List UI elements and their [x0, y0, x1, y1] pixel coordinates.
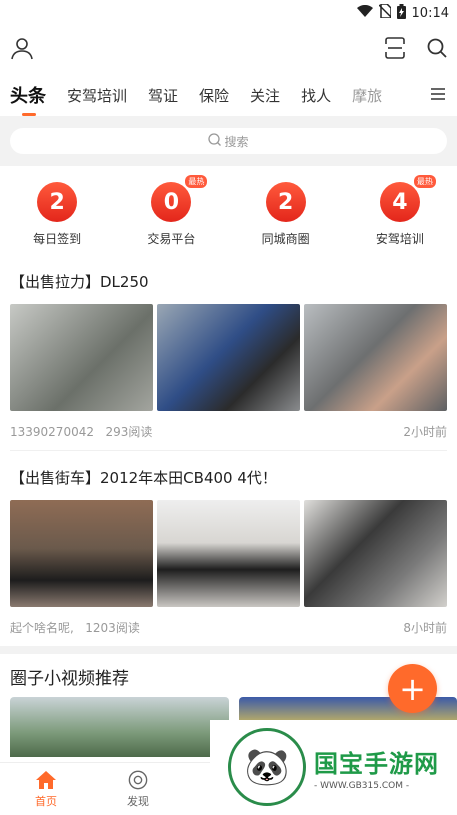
- status-time: 10:14: [412, 6, 449, 21]
- coin-icon: 2: [37, 182, 77, 222]
- tab-insurance[interactable]: 保险: [199, 85, 229, 106]
- video-thumbnail[interactable]: [10, 697, 229, 757]
- compass-icon: [127, 770, 149, 793]
- post-image[interactable]: [10, 500, 153, 607]
- section-divider: [0, 646, 457, 654]
- post-image[interactable]: [10, 304, 153, 411]
- post-views: 293阅读: [105, 425, 152, 439]
- watermark-brand: 国宝手游网: [314, 744, 439, 779]
- status-bar: 10:14: [0, 0, 457, 26]
- add-post-button[interactable]: +: [388, 664, 437, 713]
- post-images: [10, 500, 447, 607]
- hot-badge: 最热: [185, 175, 207, 188]
- watermark-overlay: 🐼 国宝手游网 - WWW.GB315.COM -: [210, 720, 457, 814]
- watermark-url: - WWW.GB315.COM -: [314, 781, 439, 791]
- post-author: 13390270042: [10, 425, 94, 439]
- post-views: 1203阅读: [85, 621, 140, 635]
- post-card[interactable]: 【出售街车】2012年本田CB400 4代！ 起个啥名呢, 1203阅读 8小时…: [10, 450, 447, 646]
- battery-icon: [397, 4, 406, 23]
- category-tabs: 头条 安驾培训 驾证 保险 关注 找人 摩旅: [0, 74, 457, 116]
- post-time: 8小时前: [403, 619, 447, 636]
- menu-icon[interactable]: [429, 86, 445, 105]
- post-image[interactable]: [157, 304, 300, 411]
- post-image[interactable]: [304, 500, 447, 607]
- wifi-icon: [357, 5, 373, 21]
- tab-follow[interactable]: 关注: [250, 85, 280, 106]
- tab-moto-travel[interactable]: 摩旅: [352, 85, 382, 106]
- tab-headlines[interactable]: 头条: [10, 82, 46, 108]
- coin-icon: 4最热: [380, 182, 420, 222]
- tab-license[interactable]: 驾证: [148, 85, 178, 106]
- post-meta: 13390270042 293阅读 2小时前: [10, 411, 447, 450]
- quick-trading-platform[interactable]: 0最热 交易平台: [126, 182, 216, 247]
- search-bar[interactable]: 搜索: [10, 128, 447, 154]
- coin-icon: 2: [266, 182, 306, 222]
- post-card[interactable]: 【出售拉力】DL250 13390270042 293阅读 2小时前: [0, 257, 457, 450]
- hot-badge: 最热: [414, 175, 436, 188]
- panda-logo-icon: 🐼: [228, 728, 306, 806]
- post-title: 【出售拉力】DL250: [10, 257, 447, 304]
- scan-icon[interactable]: [385, 37, 405, 63]
- quick-safe-driving[interactable]: 4最热 安驾培训: [355, 182, 445, 247]
- plus-icon: +: [399, 670, 426, 708]
- quick-daily-checkin[interactable]: 2 每日签到: [12, 182, 102, 247]
- no-sim-icon: [379, 4, 391, 22]
- post-image[interactable]: [157, 500, 300, 607]
- tab-find-people[interactable]: 找人: [301, 85, 331, 106]
- search-icon[interactable]: [427, 38, 447, 62]
- post-meta: 起个啥名呢, 1203阅读 8小时前: [10, 607, 447, 646]
- tab-safe-driving[interactable]: 安驾培训: [67, 85, 127, 106]
- post-images: [10, 304, 447, 411]
- nav-discover-label: 发现: [127, 793, 149, 809]
- nav-discover[interactable]: 发现: [92, 763, 184, 815]
- nav-home[interactable]: 首页: [0, 763, 92, 815]
- quick-local-business[interactable]: 2 同城商圈: [241, 182, 331, 247]
- home-icon: [35, 770, 57, 793]
- post-image[interactable]: [304, 304, 447, 411]
- post-author: 起个啥名呢,: [10, 621, 74, 635]
- search-placeholder: 搜索: [224, 133, 248, 150]
- quick-entries: 2 每日签到 0最热 交易平台 2 同城商圈 4最热 安驾培训: [0, 166, 457, 257]
- user-icon[interactable]: [10, 36, 34, 64]
- top-bar: [0, 26, 457, 74]
- post-time: 2小时前: [403, 423, 447, 440]
- search-area: 搜索: [0, 116, 457, 166]
- post-title: 【出售街车】2012年本田CB400 4代！: [10, 451, 447, 500]
- coin-icon: 0最热: [151, 182, 191, 222]
- search-small-icon: [208, 133, 221, 149]
- nav-home-label: 首页: [35, 793, 57, 809]
